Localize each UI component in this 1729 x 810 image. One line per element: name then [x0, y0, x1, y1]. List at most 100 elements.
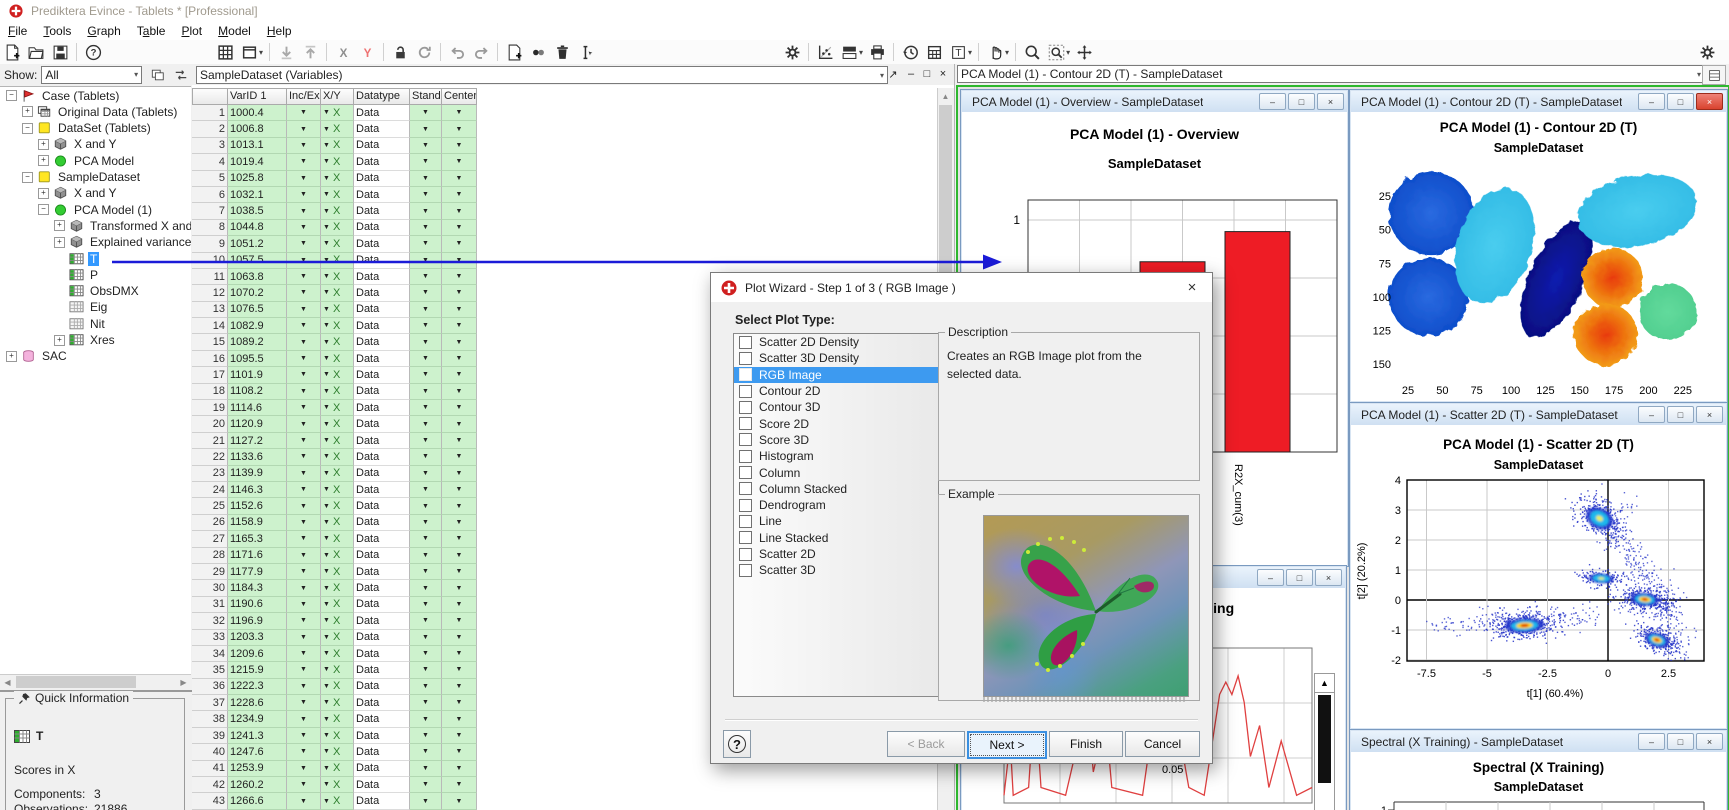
- center-cell[interactable]: ▼: [442, 416, 477, 432]
- standardize-cell[interactable]: ▼: [410, 449, 442, 465]
- plot-type-rgb-image[interactable]: RGB Image: [734, 367, 938, 383]
- datatype-cell[interactable]: Data: [354, 400, 410, 416]
- xy-cell[interactable]: ▼X: [321, 777, 354, 793]
- inc-exc-cell[interactable]: ▼: [287, 515, 321, 531]
- pan-icon[interactable]: [1073, 41, 1095, 63]
- refresh-icon[interactable]: [413, 41, 435, 63]
- column-header-Datatype[interactable]: Datatype: [354, 88, 410, 105]
- datatype-cell[interactable]: Data: [354, 793, 410, 809]
- standardize-cell[interactable]: ▼: [410, 761, 442, 777]
- datatype-cell[interactable]: Data: [354, 220, 410, 236]
- xy-cell[interactable]: ▼X: [321, 793, 354, 809]
- expand-icon[interactable]: +: [38, 155, 49, 166]
- inc-exc-cell[interactable]: ▼: [287, 334, 321, 350]
- history-icon[interactable]: [899, 41, 921, 63]
- datatype-cell[interactable]: Data: [354, 564, 410, 580]
- swap-view-icon[interactable]: [171, 64, 191, 86]
- standardize-cell[interactable]: ▼: [410, 334, 442, 350]
- close-icon[interactable]: ×: [936, 66, 950, 82]
- collapse-icon[interactable]: −: [38, 204, 49, 215]
- inc-exc-cell[interactable]: ▼: [287, 777, 321, 793]
- inc-exc-cell[interactable]: ▼: [287, 187, 321, 203]
- varid-cell[interactable]: 1203.3: [228, 630, 287, 646]
- plot-type-list[interactable]: Scatter 2D DensityScatter 3D DensityRGB …: [733, 333, 939, 697]
- datatype-cell[interactable]: Data: [354, 744, 410, 760]
- varid-cell[interactable]: 1139.9: [228, 466, 287, 482]
- cancel-button[interactable]: Cancel: [1125, 731, 1200, 757]
- inc-exc-cell[interactable]: ▼: [287, 400, 321, 416]
- center-cell[interactable]: ▼: [442, 498, 477, 514]
- inc-exc-cell[interactable]: ▼: [287, 171, 321, 187]
- datatype-cell[interactable]: Data: [354, 105, 410, 121]
- center-cell[interactable]: ▼: [442, 121, 477, 137]
- inc-exc-cell[interactable]: ▼: [287, 482, 321, 498]
- column-header-Stand...[interactable]: Stand...: [410, 88, 442, 105]
- varid-cell[interactable]: 1234.9: [228, 711, 287, 727]
- datatype-cell[interactable]: Data: [354, 171, 410, 187]
- varid-cell[interactable]: 1266.6: [228, 793, 287, 809]
- center-cell[interactable]: ▼: [442, 253, 477, 269]
- collapse-icon[interactable]: −: [22, 172, 33, 183]
- standardize-cell[interactable]: ▼: [410, 613, 442, 629]
- menu-model[interactable]: Model: [210, 23, 259, 39]
- restore-icon[interactable]: □: [1286, 569, 1313, 586]
- close-icon[interactable]: ×: [1696, 93, 1723, 110]
- scroll-thumb[interactable]: [16, 676, 136, 688]
- inc-exc-cell[interactable]: ▼: [287, 318, 321, 334]
- xy-cell[interactable]: ▼X: [321, 597, 354, 613]
- center-cell[interactable]: ▼: [442, 744, 477, 760]
- export-up-icon[interactable]: [299, 41, 321, 63]
- varid-cell[interactable]: 1152.6: [228, 498, 287, 514]
- scroll-left-icon[interactable]: ◀: [0, 675, 15, 689]
- restore-icon[interactable]: □: [1667, 93, 1694, 110]
- varid-cell[interactable]: 1095.5: [228, 351, 287, 367]
- xy-cell[interactable]: ▼X: [321, 449, 354, 465]
- standardize-cell[interactable]: ▼: [410, 384, 442, 400]
- inc-exc-cell[interactable]: ▼: [287, 203, 321, 219]
- table-dataset-select[interactable]: SampleDataset (Variables)▾: [196, 66, 888, 84]
- varid-cell[interactable]: 1025.8: [228, 171, 287, 187]
- layout-rows-icon[interactable]: [838, 41, 860, 63]
- dialog-titlebar[interactable]: Plot Wizard - Step 1 of 3 ( RGB Image ): [711, 273, 1212, 302]
- varid-cell[interactable]: 1253.9: [228, 761, 287, 777]
- datatype-cell[interactable]: Data: [354, 613, 410, 629]
- expand-icon[interactable]: +: [54, 237, 65, 248]
- tree-item-x-and-y[interactable]: +X and Y: [38, 136, 118, 152]
- chevron-down-icon[interactable]: ▾: [259, 48, 263, 57]
- column-header-VarID 1[interactable]: VarID 1: [228, 88, 287, 105]
- menu-tools[interactable]: Tools: [35, 23, 79, 39]
- tree-item-t[interactable]: T: [54, 251, 99, 267]
- expand-icon[interactable]: +: [54, 335, 65, 346]
- standardize-cell[interactable]: ▼: [410, 793, 442, 809]
- column-header-Center[interactable]: Center: [442, 88, 477, 105]
- checkbox-icon[interactable]: [739, 352, 752, 365]
- varid-cell[interactable]: 1260.2: [228, 777, 287, 793]
- minimize-icon[interactable]: –: [904, 66, 918, 82]
- panel-layout-icon[interactable]: [148, 64, 168, 86]
- restore-icon[interactable]: □: [920, 66, 934, 82]
- tree-item-eig[interactable]: Eig: [54, 299, 109, 315]
- datatype-cell[interactable]: Data: [354, 580, 410, 596]
- tree-hscrollbar[interactable]: ◀ ▶: [0, 674, 191, 690]
- xy-cell[interactable]: ▼X: [321, 515, 354, 531]
- inc-exc-cell[interactable]: ▼: [287, 269, 321, 285]
- datatype-cell[interactable]: Data: [354, 318, 410, 334]
- standardize-cell[interactable]: ▼: [410, 154, 442, 170]
- minimize-icon[interactable]: –: [1638, 733, 1665, 750]
- varid-cell[interactable]: 1190.6: [228, 597, 287, 613]
- center-cell[interactable]: ▼: [442, 728, 477, 744]
- column-header-rownum[interactable]: [192, 88, 228, 105]
- center-cell[interactable]: ▼: [442, 302, 477, 318]
- plot-view-select[interactable]: PCA Model (1) - Contour 2D (T) - SampleD…: [957, 65, 1705, 83]
- tree-item-original-data-tablets[interactable]: +Original Data (Tablets): [22, 104, 179, 120]
- minimize-icon[interactable]: –: [1638, 406, 1665, 423]
- plot-type-line[interactable]: Line: [734, 513, 938, 529]
- tree-item-xres[interactable]: +Xres: [54, 332, 117, 348]
- center-cell[interactable]: ▼: [442, 367, 477, 383]
- datatype-cell[interactable]: Data: [354, 515, 410, 531]
- standardize-cell[interactable]: ▼: [410, 351, 442, 367]
- xy-cell[interactable]: ▼X: [321, 531, 354, 547]
- center-cell[interactable]: ▼: [442, 220, 477, 236]
- varid-cell[interactable]: 1228.6: [228, 695, 287, 711]
- inc-exc-cell[interactable]: ▼: [287, 531, 321, 547]
